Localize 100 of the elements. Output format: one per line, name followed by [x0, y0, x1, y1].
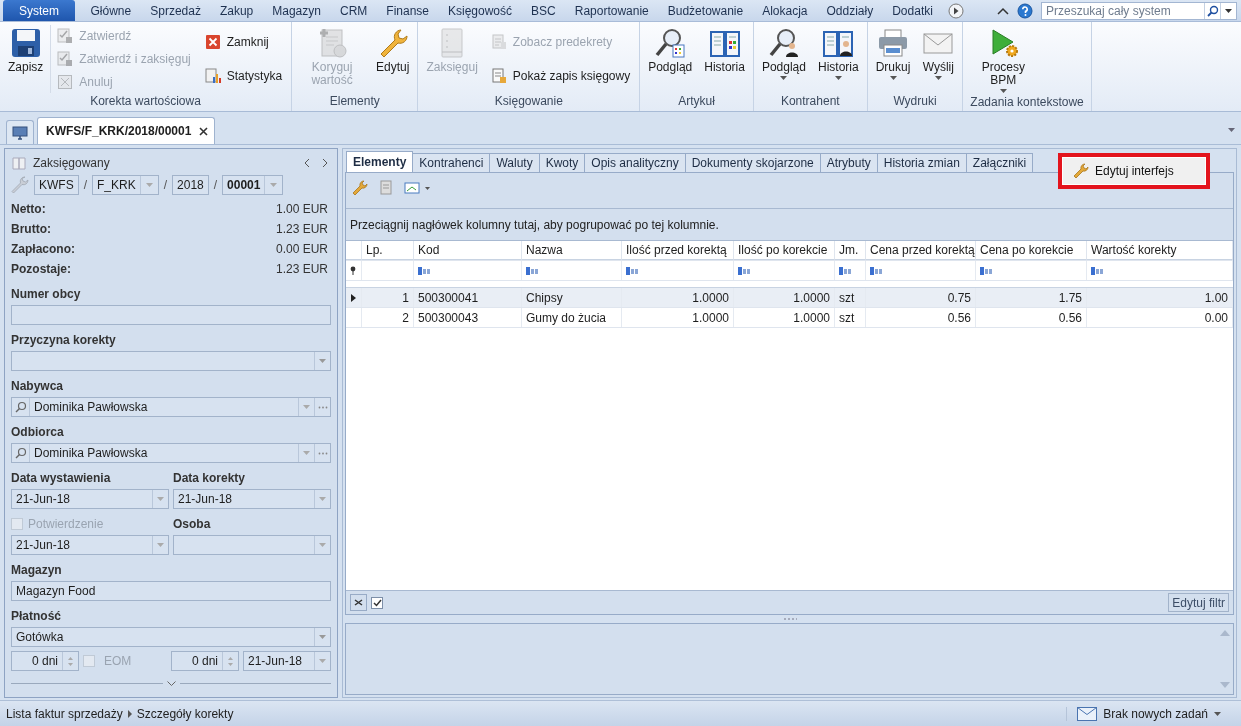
tab[interactable]: Historia zmian	[876, 153, 967, 172]
column-header[interactable]: Cena przed korektą	[866, 241, 976, 260]
menu-tab[interactable]: Oddziały	[817, 0, 883, 21]
edit-filter-button[interactable]: Edytuj filtr	[1168, 593, 1229, 612]
search-field[interactable]: Przeszukaj cały system	[1041, 1, 1237, 20]
tab[interactable]: Waluty	[489, 153, 540, 172]
field-label: Odbiorca	[11, 425, 64, 439]
document-tab[interactable]: KWFS/F_KRK/2018/00001	[37, 117, 216, 144]
number-field[interactable]: F_KRK	[92, 175, 159, 195]
group-title: Księgowanie	[493, 94, 564, 110]
menu-tab[interactable]: Finanse	[376, 0, 439, 21]
lookup-field[interactable]: Dominika Pawłowska	[11, 443, 331, 463]
number-field[interactable]: KWFS	[34, 175, 79, 195]
text-filter-icon	[738, 266, 750, 275]
ribbon-button[interactable]: Zamknij	[204, 32, 283, 52]
menu-tab[interactable]: Sprzedaż	[140, 0, 211, 21]
tab[interactable]: Opis analityczny	[584, 153, 686, 172]
ribbon-button[interactable]: Historia	[699, 25, 750, 76]
column-header[interactable]: Ilość po korekcie	[734, 241, 835, 260]
tab[interactable]: Dokumenty skojarzone	[684, 153, 821, 172]
ribbon-button[interactable]: Edytuj	[371, 25, 415, 76]
tab[interactable]: Atrybuty	[819, 153, 878, 172]
ribbon-button[interactable]: Historia	[812, 25, 864, 82]
scroll-up-icon	[1220, 630, 1230, 636]
lookup-field[interactable]: Dominika Pawłowska	[11, 397, 331, 417]
tab[interactable]: Kwoty	[538, 153, 586, 172]
menu-tab[interactable]: Budżetowanie	[658, 0, 753, 21]
combo-field[interactable]	[11, 351, 331, 371]
desktop-button[interactable]	[6, 120, 34, 144]
date-field[interactable]: 21-Jun-18	[11, 489, 169, 509]
caret-icon	[319, 659, 326, 663]
caret-icon	[834, 76, 842, 80]
text-field[interactable]: Magazyn Food	[11, 581, 331, 601]
search-icon	[1206, 4, 1219, 17]
table-cell: 0.75	[866, 288, 976, 307]
column-header[interactable]: Nazwa	[522, 241, 622, 260]
more-icon	[317, 405, 328, 409]
days-field[interactable]: 0 dni	[171, 651, 239, 671]
ribbon-button[interactable]: Statystyka	[204, 66, 283, 86]
table-row[interactable]: 1 500300041 Chipsy 1.0000 1.0000 szt 0.75 1.75 1.00	[346, 288, 1233, 308]
printer-icon	[877, 27, 909, 59]
group-title: Zadania kontekstowe	[969, 95, 1085, 111]
column-header[interactable]: Lp.	[362, 241, 414, 260]
ribbon-button[interactable]: Zapisz	[3, 25, 49, 76]
menu-tab[interactable]: System	[3, 0, 75, 21]
ribbon-button[interactable]: Podgląd	[756, 25, 811, 82]
ribbon-button[interactable]: Wyślij	[917, 25, 960, 82]
menu-tab[interactable]: Zakup	[210, 0, 263, 21]
tab[interactable]: Kontrahenci	[412, 153, 491, 172]
field-label: Data wystawienia	[11, 471, 111, 485]
ribbon-button[interactable]: Drukuj	[870, 25, 916, 82]
text-filter-icon	[839, 266, 851, 275]
text-field[interactable]	[11, 305, 331, 325]
date-field[interactable]: 21-Jun-18	[173, 489, 331, 509]
clear-filter-button[interactable]	[350, 594, 367, 611]
menu-tab[interactable]: Magazyn	[262, 0, 331, 21]
table-cell: 500300043	[414, 308, 522, 327]
date-field[interactable]	[173, 535, 331, 555]
down-icon	[228, 662, 233, 666]
table-cell: 1.0000	[734, 288, 835, 307]
menu-tab[interactable]: Dodatki	[882, 0, 943, 21]
ribbon-button[interactable]: Podgląd	[643, 25, 698, 76]
table-cell: szt	[835, 308, 866, 327]
column-header[interactable]: Wartość korekty	[1087, 241, 1233, 260]
menu-tab[interactable]: Księgowość	[438, 0, 522, 21]
date-field[interactable]: 21-Jun-18	[243, 651, 331, 671]
number-field[interactable]: 00001	[222, 175, 284, 195]
menu-tab[interactable]: Raportowanie	[565, 0, 659, 21]
ribbon-button[interactable]: Procesy BPM	[966, 25, 1041, 95]
column-header[interactable]: Kod	[414, 241, 522, 260]
text-filter-icon	[626, 266, 638, 275]
caret-icon	[157, 497, 164, 501]
tab[interactable]: Załączniki	[965, 153, 1034, 172]
document-lock-icon	[490, 68, 507, 84]
envelope-icon	[1077, 706, 1098, 721]
total-label: Pozostaje:	[11, 262, 71, 276]
table-cell: 1.0000	[622, 308, 734, 327]
menu-tab[interactable]: BSC	[521, 0, 566, 21]
caret-icon	[303, 451, 310, 455]
breadcrumb-link[interactable]: Lista faktur sprzedaży	[6, 706, 123, 721]
group-title: Kontrahent	[779, 94, 841, 110]
table-row[interactable]: 2 500300043 Gumy do żucia 1.0000 1.0000 szt 0.56 0.56 0.00	[346, 308, 1233, 328]
days-field[interactable]: 0 dni	[11, 651, 79, 671]
column-header[interactable]: Ilość przed korektą	[622, 241, 734, 260]
combo-field[interactable]: Gotówka	[11, 627, 331, 647]
number-field[interactable]: 2018	[172, 175, 209, 195]
tasks-label[interactable]: Brak nowych zadań	[1103, 706, 1208, 721]
column-header[interactable]: Cena po korekcie	[976, 241, 1087, 260]
edit-interface-button[interactable]: Edytuj interfejs	[1063, 158, 1205, 184]
field-label: Data korekty	[173, 471, 246, 485]
column-header[interactable]: Jm.	[835, 241, 866, 260]
more-icon	[317, 451, 328, 455]
menu-tab[interactable]: Alokacja	[752, 0, 817, 21]
menu-tab[interactable]: Główne	[81, 0, 141, 21]
caret-icon	[270, 183, 278, 187]
tab[interactable]: Elementy	[346, 151, 414, 172]
breadcrumb-link[interactable]: Szczegóły korekty	[136, 706, 234, 721]
filter-checkbox[interactable]	[371, 596, 383, 609]
menu-tab[interactable]: CRM	[330, 0, 377, 21]
ribbon-button[interactable]: Pokaż zapis księgowy	[490, 66, 631, 86]
